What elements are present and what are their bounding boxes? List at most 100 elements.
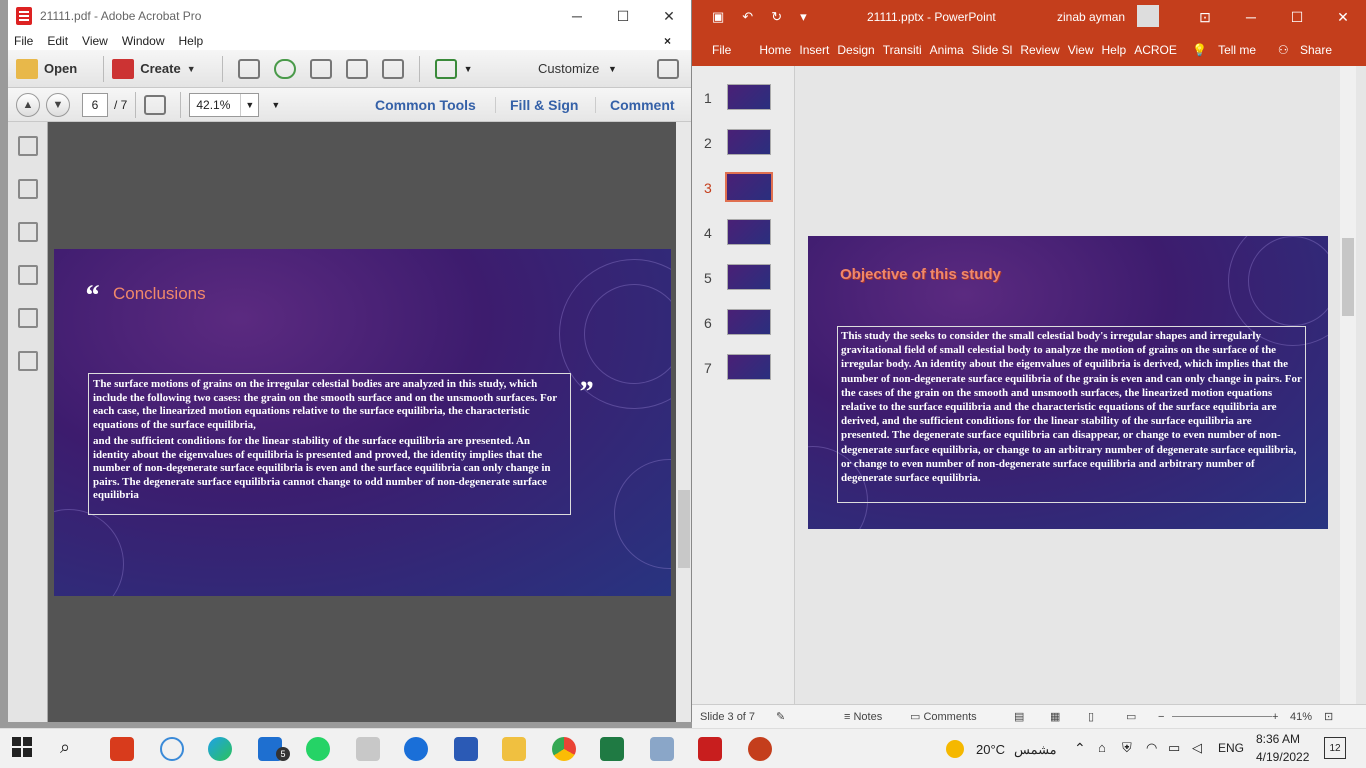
- tab-file[interactable]: File: [712, 43, 731, 57]
- chrome-icon[interactable]: [552, 737, 576, 761]
- upload-cloud-icon[interactable]: [273, 58, 296, 79]
- bluetooth-icon[interactable]: [404, 737, 428, 761]
- email-icon[interactable]: [381, 58, 404, 79]
- page-number-input[interactable]: 6: [82, 92, 108, 117]
- thumbnail-slide-5[interactable]: 5: [692, 264, 795, 304]
- signature-icon[interactable]: [18, 222, 38, 242]
- tab-slideshow[interactable]: Slide Sl: [972, 43, 1013, 57]
- app-icon[interactable]: [650, 737, 674, 761]
- zoom-in-icon[interactable]: +: [1272, 711, 1278, 723]
- redo-icon[interactable]: ↻: [771, 9, 782, 25]
- slide-sorter-icon[interactable]: ▦: [1050, 710, 1060, 723]
- edge-icon[interactable]: [208, 737, 232, 761]
- tab-animations[interactable]: Anima: [930, 43, 964, 57]
- zoom-select[interactable]: 42.1% ▼: [189, 92, 260, 117]
- tab-review[interactable]: Review: [1020, 43, 1059, 57]
- menu-help[interactable]: Help: [179, 34, 204, 48]
- menu-edit[interactable]: Edit: [47, 34, 68, 48]
- undo-icon[interactable]: ↶: [742, 9, 753, 25]
- tell-me-search[interactable]: 💡 Tell me: [1192, 43, 1264, 57]
- language-indicator[interactable]: ENG: [1218, 741, 1244, 755]
- arrow-up-icon[interactable]: ▲: [16, 92, 40, 117]
- windows-start-icon[interactable]: [12, 737, 36, 761]
- save-icon[interactable]: ▣: [712, 9, 724, 25]
- current-slide[interactable]: Objective of this study This study the s…: [808, 236, 1328, 529]
- battery-icon[interactable]: ▭: [1168, 740, 1180, 756]
- thumbnail-slide-1[interactable]: 1: [692, 84, 795, 124]
- avatar[interactable]: [1137, 5, 1159, 27]
- fit-slide-icon[interactable]: ⊡: [1324, 710, 1333, 723]
- tools-icon[interactable]: [18, 351, 38, 371]
- sun-icon[interactable]: [946, 740, 964, 758]
- thumbnail-slide-4[interactable]: 4: [692, 219, 795, 259]
- cortana-icon[interactable]: [160, 737, 184, 761]
- pages-icon[interactable]: [18, 136, 38, 156]
- maximize-icon[interactable]: ☐: [600, 0, 646, 32]
- slide-text-box[interactable]: This study the seeks to consider the sma…: [837, 326, 1306, 503]
- pdf-app-icon[interactable]: [110, 737, 134, 761]
- zoom-slider[interactable]: [1172, 716, 1272, 717]
- bookmark-icon[interactable]: [18, 179, 38, 199]
- tab-acrobat[interactable]: ACROE: [1134, 43, 1177, 57]
- comment-link[interactable]: Comment: [595, 96, 689, 113]
- shield-icon[interactable]: ⛨: [1122, 740, 1132, 756]
- user-name[interactable]: zinab ayman: [1057, 10, 1125, 24]
- arrow-down-icon[interactable]: ▼: [46, 92, 70, 117]
- thumbnail-slide-7[interactable]: 7: [692, 354, 795, 394]
- print-icon[interactable]: [309, 58, 332, 79]
- wifi-icon[interactable]: ◠: [1146, 740, 1157, 756]
- chevron-down-icon[interactable]: ▼: [271, 100, 280, 110]
- tab-design[interactable]: Design: [837, 43, 874, 57]
- open-button[interactable]: Open: [16, 58, 77, 79]
- tab-home[interactable]: Home: [759, 43, 791, 57]
- zoom-out-icon[interactable]: −: [1158, 711, 1164, 723]
- minimize-icon[interactable]: ─: [1228, 0, 1274, 34]
- whatsapp-icon[interactable]: [306, 737, 330, 761]
- slideshow-icon[interactable]: ▭: [1126, 710, 1136, 723]
- close-document-icon[interactable]: ×: [664, 34, 671, 48]
- search-icon[interactable]: ⌕: [60, 737, 84, 761]
- accessibility-icon[interactable]: ✎: [776, 710, 785, 723]
- thumbnail-slide-2[interactable]: 2: [692, 129, 795, 169]
- chevron-up-icon[interactable]: ⌃: [1074, 740, 1086, 757]
- menu-view[interactable]: View: [82, 34, 108, 48]
- thumbnail-slide-6[interactable]: 6: [692, 309, 795, 349]
- save-icon[interactable]: [237, 58, 260, 79]
- notification-center-icon[interactable]: 12: [1324, 737, 1346, 759]
- tab-transitions[interactable]: Transiti: [883, 43, 922, 57]
- create-button[interactable]: Create ▼: [112, 58, 196, 79]
- excel-icon[interactable]: [600, 737, 624, 761]
- file-explorer-icon[interactable]: [502, 737, 526, 761]
- zoom-level[interactable]: 41%: [1290, 711, 1312, 723]
- fill-sign-link[interactable]: Fill & Sign: [495, 96, 592, 113]
- tab-view[interactable]: View: [1068, 43, 1094, 57]
- customize-qa-icon[interactable]: ▾: [800, 9, 807, 25]
- vertical-scrollbar[interactable]: [676, 122, 691, 722]
- clock-date[interactable]: 4/19/2022: [1256, 750, 1309, 764]
- common-tools-link[interactable]: Common Tools: [361, 97, 490, 113]
- attachment-icon[interactable]: [18, 265, 38, 285]
- acrobat-reader-icon[interactable]: [698, 737, 722, 761]
- weather-condition[interactable]: مشمس: [1014, 742, 1057, 758]
- notes-button[interactable]: ≡ Notes: [844, 711, 882, 723]
- close-icon[interactable]: ✕: [646, 0, 691, 32]
- ribbon-display-icon[interactable]: ⊡: [1182, 0, 1228, 34]
- network-icon[interactable]: ⌂: [1098, 740, 1106, 755]
- comments-button[interactable]: ▭ Comments: [910, 710, 977, 723]
- clock-time[interactable]: 8:36 AM: [1256, 732, 1300, 746]
- menu-file[interactable]: File: [14, 34, 33, 48]
- acrobat-taskbar-icon[interactable]: [356, 737, 380, 761]
- select-cursor-icon[interactable]: [144, 94, 167, 115]
- maximize-icon[interactable]: ☐: [1274, 0, 1320, 34]
- minimize-icon[interactable]: ─: [554, 0, 600, 32]
- close-icon[interactable]: ✕: [1320, 0, 1366, 34]
- slide-title[interactable]: Objective of this study: [840, 266, 1001, 283]
- powerpoint-icon[interactable]: [748, 737, 772, 761]
- share-button[interactable]: ⚇ Share: [1278, 43, 1340, 57]
- edit-icon[interactable]: [345, 58, 368, 79]
- expand-icon[interactable]: [657, 58, 679, 79]
- thumbnail-slide-3[interactable]: 3: [692, 172, 795, 214]
- normal-view-icon[interactable]: ▤: [1014, 710, 1024, 723]
- layers-icon[interactable]: [18, 308, 38, 328]
- menu-window[interactable]: Window: [122, 34, 165, 48]
